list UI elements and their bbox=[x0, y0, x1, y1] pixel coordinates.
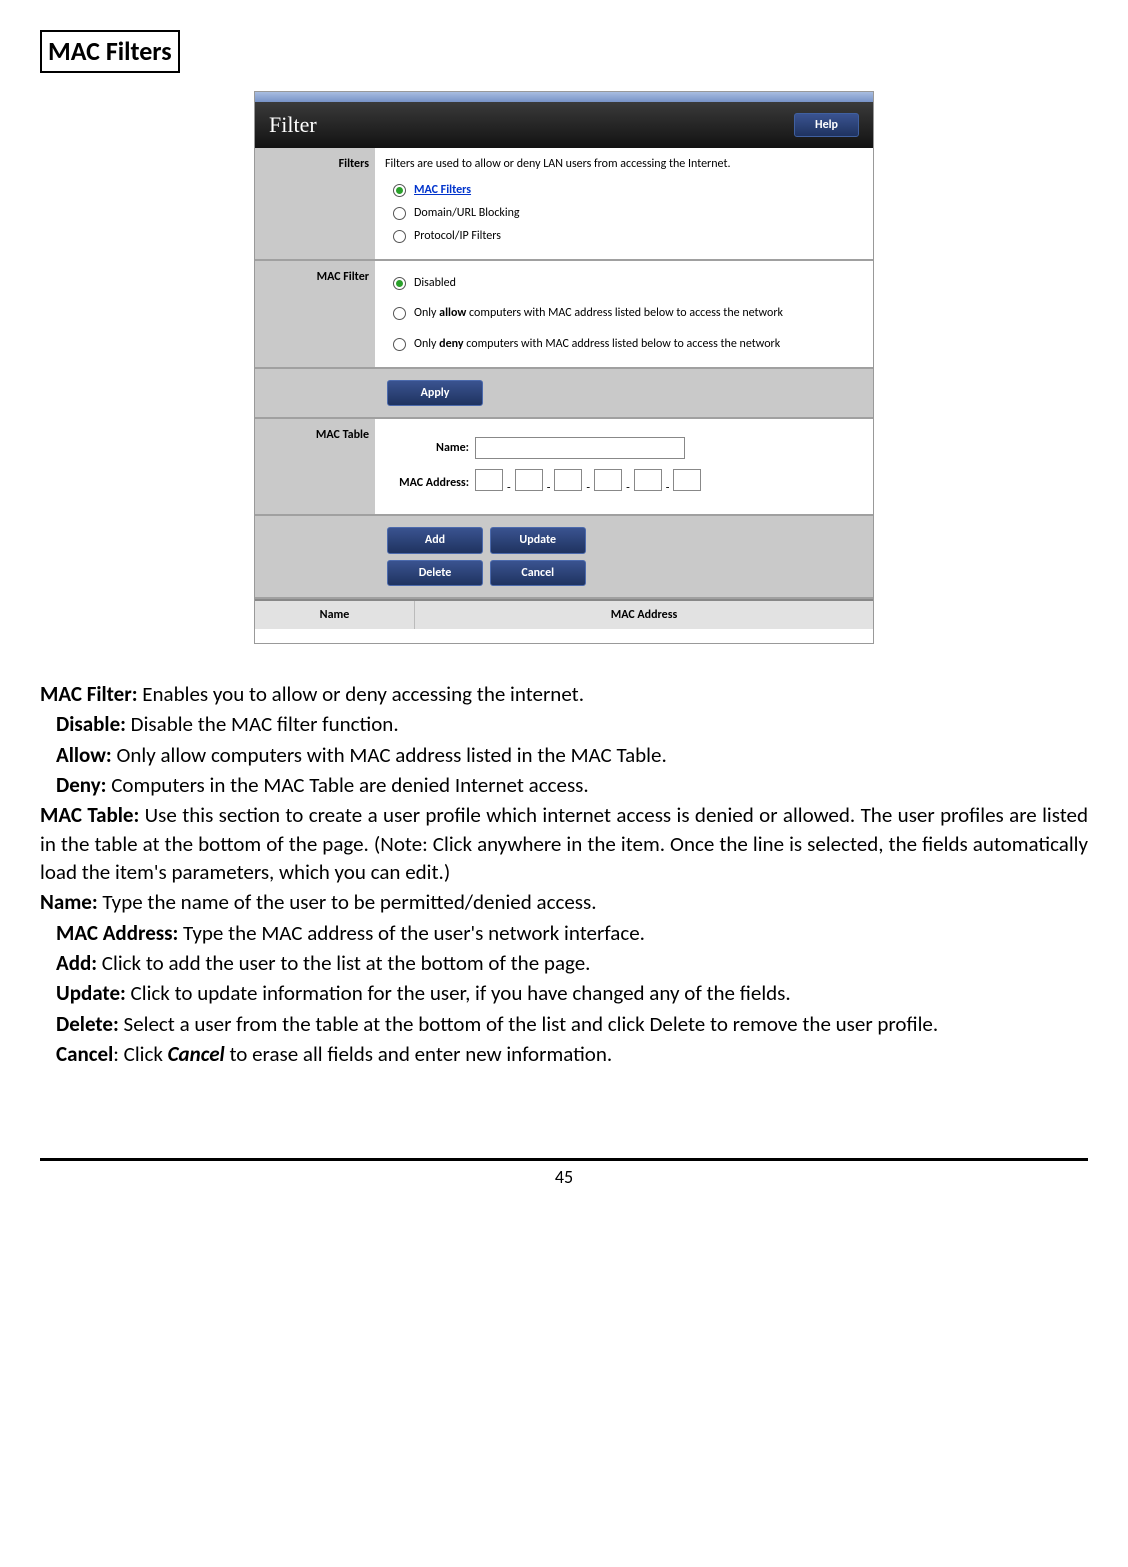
doc-mac-table: MAC Table: Use this section to create a … bbox=[40, 801, 1088, 886]
cancel-button[interactable]: Cancel bbox=[490, 560, 586, 586]
mac-sep: - bbox=[543, 480, 555, 496]
help-button[interactable]: Help bbox=[794, 113, 859, 137]
doc-name: Name: Type the name of the user to be pe… bbox=[40, 888, 1088, 916]
filters-row: Filters Filters are used to allow or den… bbox=[255, 148, 873, 261]
mactable-row: MAC Table Name: MAC Address: - - - - - bbox=[255, 419, 873, 516]
filters-row-label: Filters bbox=[255, 148, 375, 259]
radio-domain-blocking[interactable] bbox=[393, 207, 406, 220]
mac-seg-2[interactable] bbox=[515, 469, 543, 491]
action-row-content: Add Update Delete Cancel bbox=[375, 516, 873, 596]
page-title: MAC Filters bbox=[40, 30, 180, 73]
page-number: 45 bbox=[555, 1166, 573, 1188]
mac-seg-4[interactable] bbox=[594, 469, 622, 491]
th-name: Name bbox=[255, 601, 415, 629]
doc-deny: Deny: Computers in the MAC Table are den… bbox=[40, 771, 1088, 799]
th-mac: MAC Address bbox=[415, 601, 873, 629]
delete-button[interactable]: Delete bbox=[387, 560, 483, 586]
mac-address-label: MAC Address: bbox=[385, 475, 475, 491]
panel-header: Filter Help bbox=[255, 102, 873, 148]
filters-description: Filters are used to allow or deny LAN us… bbox=[385, 156, 863, 172]
label-disabled: Disabled bbox=[414, 275, 456, 292]
apply-row-label bbox=[255, 369, 375, 417]
panel-header-title: Filter bbox=[269, 110, 317, 140]
mactable-row-label: MAC Table bbox=[255, 419, 375, 514]
doc-allow: Allow: Only allow computers with MAC add… bbox=[40, 741, 1088, 769]
radio-disabled[interactable] bbox=[393, 277, 406, 290]
panel-body: Filters Filters are used to allow or den… bbox=[255, 148, 873, 643]
apply-row: Apply bbox=[255, 369, 873, 419]
doc-mac-filter: MAC Filter: Enables you to allow or deny… bbox=[40, 680, 1088, 708]
radio-protocol-filters[interactable] bbox=[393, 230, 406, 243]
name-field-label: Name: bbox=[385, 440, 475, 456]
apply-button[interactable]: Apply bbox=[387, 380, 483, 406]
mac-sep: - bbox=[622, 480, 634, 496]
radio-mac-filters[interactable] bbox=[393, 184, 406, 197]
apply-row-content: Apply bbox=[375, 369, 873, 417]
mac-seg-3[interactable] bbox=[554, 469, 582, 491]
router-filter-panel: Filter Help Filters Filters are used to … bbox=[254, 91, 874, 644]
update-button[interactable]: Update bbox=[490, 527, 586, 553]
macfilter-content: Disabled Only allow computers with MAC a… bbox=[375, 261, 873, 367]
add-button[interactable]: Add bbox=[387, 527, 483, 553]
doc-add: Add: Click to add the user to the list a… bbox=[40, 949, 1088, 977]
label-protocol-filters: Protocol/IP Filters bbox=[414, 228, 501, 245]
radio-allow[interactable] bbox=[393, 307, 406, 320]
mac-sep: - bbox=[582, 480, 594, 496]
action-row-label bbox=[255, 516, 375, 596]
label-deny: Only deny computers with MAC address lis… bbox=[414, 336, 780, 353]
mac-seg-6[interactable] bbox=[673, 469, 701, 491]
label-allow: Only allow computers with MAC address li… bbox=[414, 305, 783, 322]
doc-update: Update: Click to update information for … bbox=[40, 979, 1088, 1007]
mactable-content: Name: MAC Address: - - - - - bbox=[375, 419, 873, 514]
radio-deny[interactable] bbox=[393, 338, 406, 351]
mac-seg-5[interactable] bbox=[634, 469, 662, 491]
name-input[interactable] bbox=[475, 437, 685, 459]
doc-cancel: Cancel: Click Cancel to erase all fields… bbox=[40, 1040, 1088, 1068]
macfilter-row: MAC Filter Disabled Only allow computers… bbox=[255, 261, 873, 369]
mac-table-body bbox=[255, 629, 873, 643]
mac-seg-1[interactable] bbox=[475, 469, 503, 491]
screenshot-container: Filter Help Filters Filters are used to … bbox=[40, 91, 1088, 644]
mac-sep: - bbox=[662, 480, 674, 496]
window-titlebar bbox=[255, 92, 873, 102]
action-row: Add Update Delete Cancel bbox=[255, 516, 873, 598]
link-mac-filters[interactable]: MAC Filters bbox=[414, 182, 471, 199]
page-footer: 45 bbox=[40, 1158, 1088, 1189]
mac-sep: - bbox=[503, 480, 515, 496]
doc-macaddr: MAC Address: Type the MAC address of the… bbox=[40, 919, 1088, 947]
doc-delete: Delete: Select a user from the table at … bbox=[40, 1010, 1088, 1038]
macfilter-row-label: MAC Filter bbox=[255, 261, 375, 367]
doc-body: MAC Filter: Enables you to allow or deny… bbox=[40, 680, 1088, 1068]
mac-table-header: Name MAC Address bbox=[255, 599, 873, 629]
doc-disable: Disable: Disable the MAC filter function… bbox=[40, 710, 1088, 738]
filters-content: Filters are used to allow or deny LAN us… bbox=[375, 148, 873, 259]
label-domain-blocking: Domain/URL Blocking bbox=[414, 205, 520, 222]
